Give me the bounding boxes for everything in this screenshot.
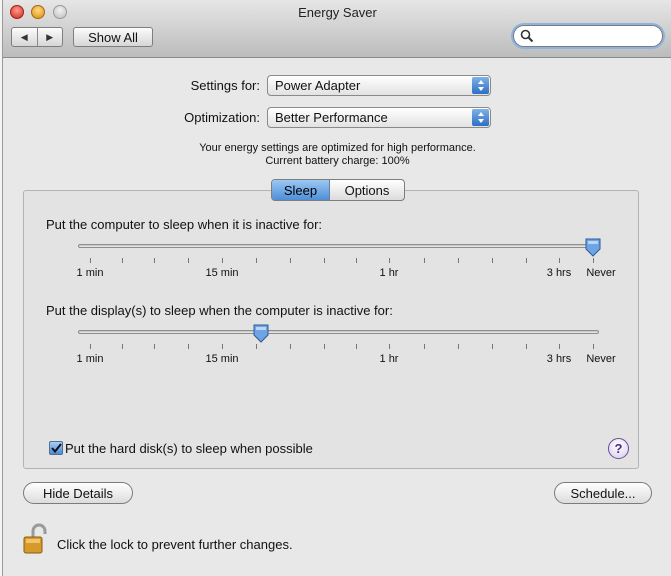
computer-sleep-tick-label: 15 min xyxy=(205,267,239,279)
optimization-value: Better Performance xyxy=(275,110,388,125)
computer-sleep-tick-label: 1 hr xyxy=(379,267,399,279)
computer-sleep-tick xyxy=(256,258,257,263)
computer-sleep-tick xyxy=(188,258,189,263)
search-icon xyxy=(520,29,534,43)
forward-button[interactable]: ▶ xyxy=(38,28,63,46)
computer-sleep-tick-label: 3 hrs xyxy=(546,267,572,279)
display-sleep-tick xyxy=(593,344,594,349)
computer-sleep-tick xyxy=(122,258,123,263)
display-sleep-tick xyxy=(122,344,123,349)
display-sleep-tick xyxy=(222,344,223,349)
forward-arrow-icon: ▶ xyxy=(46,31,54,42)
display-sleep-tick xyxy=(526,344,527,349)
settings-for-label: Settings for: xyxy=(190,78,260,93)
energy-saver-window: Energy Saver ◀ ▶ Show All Settings for: … xyxy=(2,0,671,576)
display-sleep-tick xyxy=(324,344,325,349)
computer-sleep-tick xyxy=(492,258,493,263)
computer-sleep-tick xyxy=(356,258,357,263)
display-sleep-slider-thumb[interactable] xyxy=(253,324,269,343)
settings-for-popup[interactable]: Power Adapter xyxy=(267,75,491,96)
hard-disk-sleep-label[interactable]: Put the hard disk(s) to sleep when possi… xyxy=(65,441,313,456)
computer-sleep-tick-label: 1 min xyxy=(76,267,104,279)
display-sleep-tick-label: 1 hr xyxy=(379,353,399,365)
title-bar: Energy Saver ◀ ▶ Show All xyxy=(3,0,671,58)
display-sleep-tick xyxy=(290,344,291,349)
hide-details-button[interactable]: Hide Details xyxy=(23,482,133,504)
computer-sleep-tick-label: Never xyxy=(586,267,616,279)
tab-segmented-control: Sleep Options xyxy=(271,179,405,201)
display-sleep-tick-label: 1 min xyxy=(76,353,104,365)
search-field[interactable] xyxy=(513,25,663,47)
computer-sleep-tick xyxy=(593,258,594,263)
help-button[interactable]: ? xyxy=(608,438,629,459)
lock-icon[interactable] xyxy=(23,523,49,555)
computer-sleep-tick xyxy=(526,258,527,263)
display-sleep-tick xyxy=(559,344,560,349)
popup-arrows-icon xyxy=(472,77,489,94)
display-sleep-tick-label: 15 min xyxy=(205,353,239,365)
computer-sleep-tick xyxy=(154,258,155,263)
display-sleep-slider-track[interactable] xyxy=(78,330,599,334)
lock-message: Click the lock to prevent further change… xyxy=(57,537,293,552)
nav-back-forward: ◀ ▶ xyxy=(11,27,63,47)
display-sleep-tick xyxy=(458,344,459,349)
computer-sleep-tick xyxy=(424,258,425,263)
computer-sleep-tick xyxy=(458,258,459,263)
computer-sleep-slider-thumb[interactable] xyxy=(585,238,601,257)
display-sleep-tick xyxy=(389,344,390,349)
optimization-popup[interactable]: Better Performance xyxy=(267,107,491,128)
hard-disk-sleep-checkbox[interactable] xyxy=(49,441,63,455)
display-sleep-tick xyxy=(154,344,155,349)
battery-charge-info: Current battery charge: 100% xyxy=(265,155,410,167)
display-sleep-tick xyxy=(492,344,493,349)
settings-for-value: Power Adapter xyxy=(275,78,361,93)
optimization-info: Your energy settings are optimized for h… xyxy=(199,142,476,154)
display-sleep-tick xyxy=(424,344,425,349)
computer-sleep-label: Put the computer to sleep when it is ina… xyxy=(46,217,323,232)
computer-sleep-tick xyxy=(90,258,91,263)
popup-arrows-icon xyxy=(472,109,489,126)
computer-sleep-tick xyxy=(389,258,390,263)
computer-sleep-tick xyxy=(290,258,291,263)
tab-options[interactable]: Options xyxy=(330,180,404,200)
computer-sleep-tick xyxy=(324,258,325,263)
computer-sleep-tick xyxy=(559,258,560,263)
display-sleep-tick-label: Never xyxy=(586,353,616,365)
optimization-label: Optimization: xyxy=(184,110,260,125)
display-sleep-tick xyxy=(188,344,189,349)
back-arrow-icon: ◀ xyxy=(20,31,28,42)
display-sleep-tick-label: 3 hrs xyxy=(546,353,572,365)
window-title: Energy Saver xyxy=(298,5,377,20)
schedule-button[interactable]: Schedule... xyxy=(554,482,652,504)
display-sleep-label: Put the display(s) to sleep when the com… xyxy=(46,303,393,318)
show-all-button[interactable]: Show All xyxy=(73,27,153,47)
checkmark-icon xyxy=(50,443,62,453)
computer-sleep-tick xyxy=(222,258,223,263)
display-sleep-tick xyxy=(90,344,91,349)
display-sleep-tick xyxy=(256,344,257,349)
tab-sleep[interactable]: Sleep xyxy=(272,180,330,200)
back-button[interactable]: ◀ xyxy=(12,28,38,46)
computer-sleep-slider-track[interactable] xyxy=(78,244,599,248)
display-sleep-tick xyxy=(356,344,357,349)
